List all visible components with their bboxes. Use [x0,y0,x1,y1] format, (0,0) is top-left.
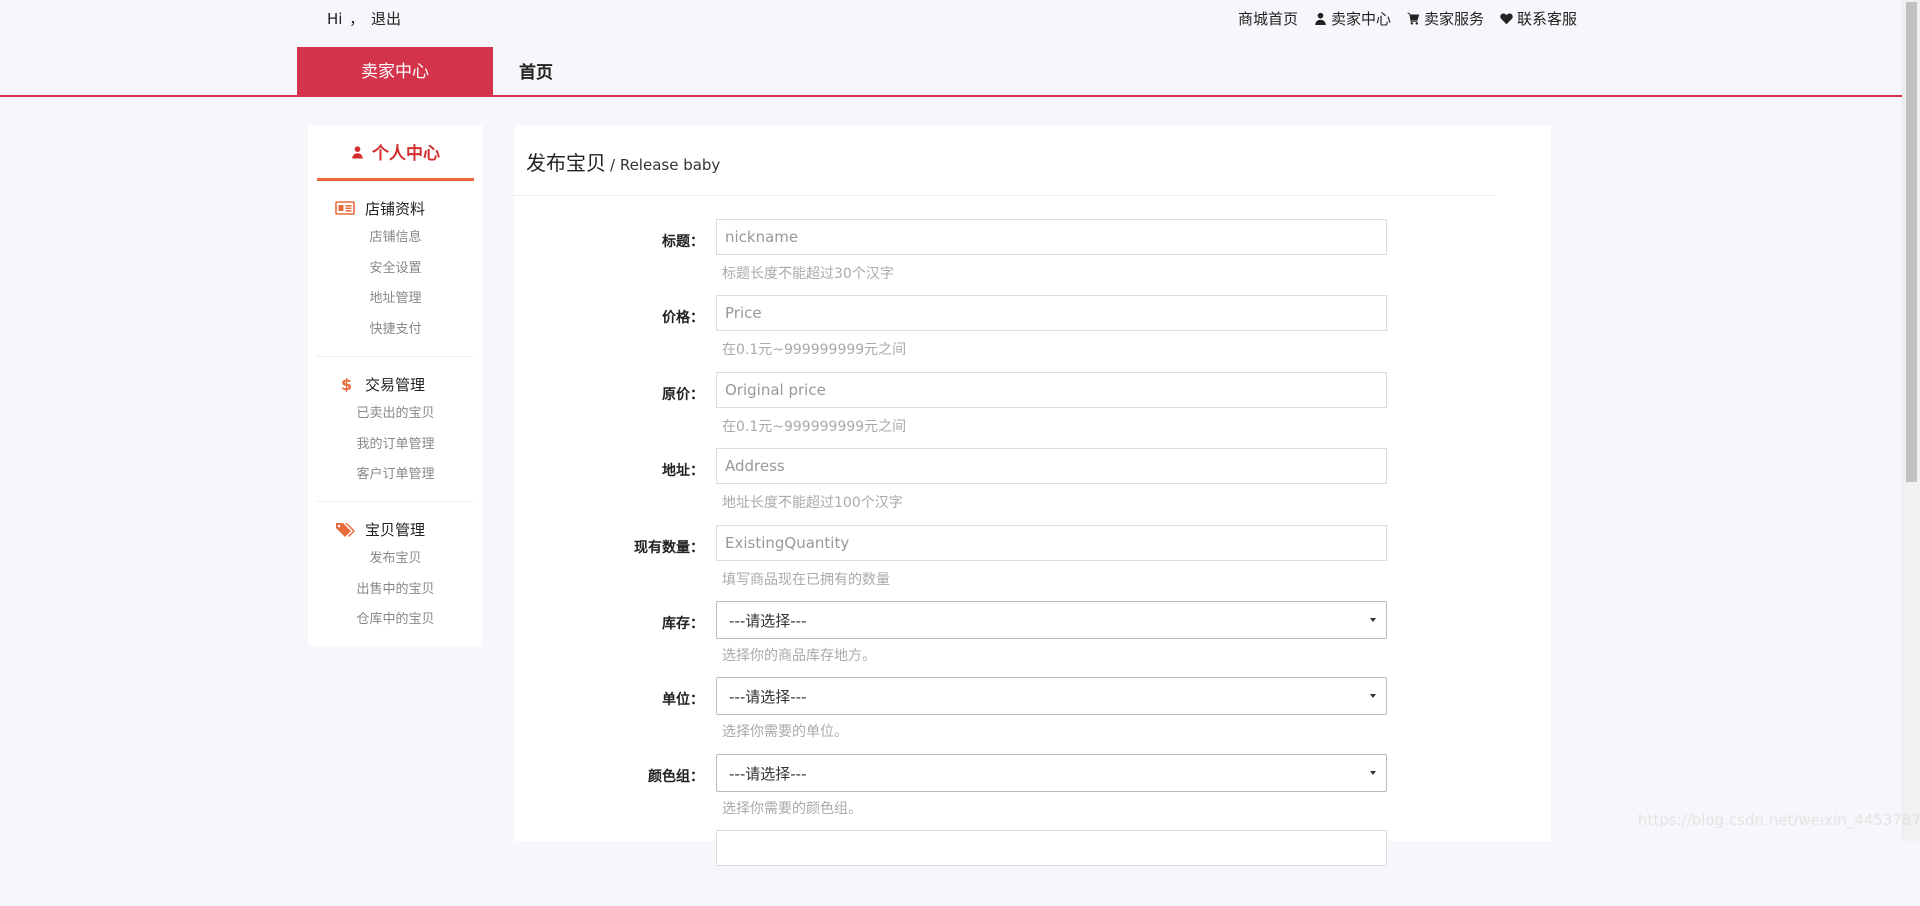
price-label: 价格： [662,310,704,326]
price-help: 在0.1元~999999999元之间 [722,342,907,358]
sidebar-group-title: $ 交易管理 [317,369,474,399]
title-help: 标题长度不能超过30个汉字 [722,266,894,282]
quantity-label: 现有数量： [634,540,704,556]
top-bar: Hi ， 退出 商城首页 卖家中心 卖家服务 联系客服 [0,0,1902,34]
watermark: https://blog.csdn.net/weixin_44537876 [1638,811,1920,829]
sidebar-group-title-label: 交易管理 [365,375,426,394]
sidebar-item-shop-info[interactable]: 店铺信息 [317,223,474,254]
original-price-input[interactable] [716,372,1387,408]
color-group-label: 颜色组： [648,769,704,785]
nav-home[interactable]: 首页 [519,47,553,97]
nav-seller-center[interactable]: 卖家中心 [297,47,493,97]
mall-home-link[interactable]: 商城首页 [1238,8,1298,29]
title-input[interactable] [716,219,1387,255]
quantity-help: 填写商品现在已拥有的数量 [722,572,890,588]
seller-center-link[interactable]: 卖家中心 [1314,8,1391,29]
original-price-help: 在0.1元~999999999元之间 [722,419,907,435]
id-card-icon [335,201,355,215]
tags-icon [336,523,355,537]
seller-center-label: 卖家中心 [1330,10,1391,28]
sidebar-group-goods: 宝贝管理 发布宝贝 出售中的宝贝 仓库中的宝贝 [317,501,474,636]
sidebar: 个人中心 店铺资料 店铺信息 安全设置 地址管理 快捷支付 $ 交易管理 已卖出… [308,125,482,646]
svg-text:$: $ [341,376,352,392]
seller-service-label: 卖家服务 [1423,10,1484,28]
sidebar-group-title-label: 宝贝管理 [365,520,426,539]
page-subtitle: / Release baby [610,156,721,174]
sidebar-item-security[interactable]: 安全设置 [317,254,474,285]
sidebar-group-trade: $ 交易管理 已卖出的宝贝 我的订单管理 客户订单管理 [317,356,474,491]
sidebar-item-address[interactable]: 地址管理 [317,284,474,315]
page-scrollbar[interactable] [1902,0,1920,841]
sidebar-group-title: 店铺资料 [317,193,474,223]
title-divider [514,195,1496,196]
page-title-text: 发布宝贝 [526,151,606,175]
sidebar-item-quick-pay[interactable]: 快捷支付 [317,315,474,346]
top-links: 商城首页 卖家中心 卖家服务 联系客服 [1238,8,1577,29]
form-row-title: 标题： 标题长度不能超过30个汉字 [514,219,1551,295]
form-row-color-group: 颜色组： ---请选择--- 选择你需要的颜色组。 [514,754,1551,830]
sidebar-item-sold[interactable]: 已卖出的宝贝 [317,399,474,430]
sidebar-item-publish[interactable]: 发布宝贝 [317,544,474,575]
sidebar-group-title: 宝贝管理 [317,514,474,544]
sidebar-item-on-sale[interactable]: 出售中的宝贝 [317,575,474,606]
unit-help: 选择你需要的单位。 [722,724,848,740]
price-input[interactable] [716,295,1387,331]
publish-panel: 发布宝贝/ Release baby 标题： 标题长度不能超过30个汉字 价格：… [514,125,1551,866]
address-label: 地址： [662,463,704,479]
title-label: 标题： [662,234,704,250]
sidebar-header-label: 个人中心 [372,144,440,164]
form-row-unit: 单位： ---请选择--- 选择你需要的单位。 [514,677,1551,753]
sidebar-item-warehouse[interactable]: 仓库中的宝贝 [317,605,474,636]
heart-icon [1500,13,1513,25]
sidebar-item-customer-orders[interactable]: 客户订单管理 [317,460,474,491]
page-title: 发布宝贝 / Release baby [526,147,720,176]
dollar-icon: $ [341,376,352,392]
stock-help: 选择你的商品库存地方。 [722,648,876,664]
scrollbar-thumb[interactable] [1906,2,1917,482]
unit-select-value: ---请选择--- [729,688,807,706]
greeting: Hi ， 退出 [327,8,403,29]
greeting-separator: ， [349,10,365,28]
customer-service-label: 联系客服 [1516,10,1577,28]
customer-service-link[interactable]: 联系客服 [1500,8,1577,29]
next-field[interactable] [716,830,1387,866]
form-row-price: 价格： 在0.1元~999999999元之间 [514,295,1551,371]
stock-select[interactable]: ---请选择--- [716,601,1387,639]
original-price-label: 原价： [662,387,704,403]
user-icon [352,145,363,158]
stock-select-value: ---请选择--- [729,612,807,630]
form-row-next [514,830,1551,906]
form-row-address: 地址： 地址长度不能超过100个汉字 [514,448,1551,524]
caret-down-icon [1370,618,1376,622]
greeting-text: Hi [327,10,343,28]
mall-home-label: 商城首页 [1237,10,1298,28]
logout-link[interactable]: 退出 [371,10,401,28]
sidebar-header[interactable]: 个人中心 [317,125,474,181]
quantity-input[interactable] [716,525,1387,561]
unit-select[interactable]: ---请选择--- [716,677,1387,715]
caret-down-icon [1370,771,1376,775]
color-group-select[interactable]: ---请选择--- [716,754,1387,792]
address-input[interactable] [716,448,1387,484]
stock-label: 库存： [662,616,704,632]
main-nav: 卖家中心 首页 [0,47,1902,97]
form-row-quantity: 现有数量： 填写商品现在已拥有的数量 [514,525,1551,601]
sidebar-item-my-orders[interactable]: 我的订单管理 [317,430,474,461]
form-row-original-price: 原价： 在0.1元~999999999元之间 [514,372,1551,448]
user-icon [1315,12,1326,25]
address-help: 地址长度不能超过100个汉字 [722,495,903,511]
caret-down-icon [1370,694,1376,698]
color-group-help: 选择你需要的颜色组。 [722,801,862,817]
sidebar-group-title-label: 店铺资料 [365,199,426,218]
seller-service-link[interactable]: 卖家服务 [1406,8,1484,29]
sidebar-group-shop: 店铺资料 店铺信息 安全设置 地址管理 快捷支付 [317,193,474,345]
form-row-stock: 库存： ---请选择--- 选择你的商品库存地方。 [514,601,1551,677]
unit-label: 单位： [662,692,704,708]
cart-icon [1406,12,1420,25]
color-group-select-value: ---请选择--- [729,765,807,783]
